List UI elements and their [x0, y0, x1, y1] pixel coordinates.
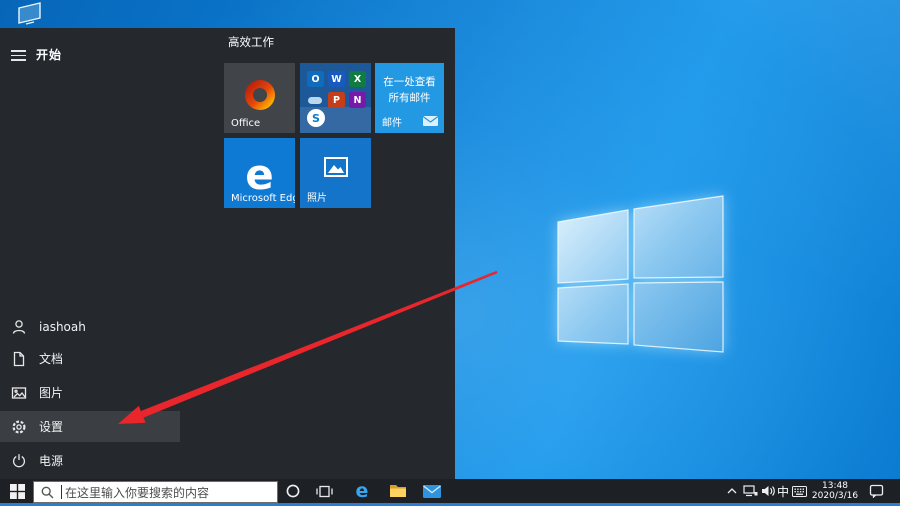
task-view-icon — [316, 485, 333, 498]
document-icon — [11, 351, 27, 367]
tile-group-title: 高效工作 — [228, 34, 274, 50]
sidebar-item-pictures[interactable]: 图片 — [0, 376, 180, 409]
sidebar-item-power[interactable]: 电源 — [0, 444, 180, 477]
edge-taskbar-button[interactable]: e — [350, 479, 374, 503]
action-center-icon — [869, 484, 884, 498]
powerpoint-icon: P — [328, 92, 345, 108]
edge-icon: e — [356, 480, 369, 502]
tile-photos[interactable]: 照片 — [300, 138, 371, 208]
network-button[interactable] — [740, 479, 760, 503]
speaker-icon — [761, 485, 775, 497]
mail-taskbar-button[interactable] — [420, 479, 444, 503]
touch-keyboard-button[interactable] — [789, 479, 809, 503]
start-menu-title: 开始 — [36, 46, 62, 63]
sidebar-item-user[interactable]: iashoah — [0, 310, 180, 343]
user-icon — [11, 319, 27, 335]
gear-icon — [11, 419, 27, 435]
outlook-icon: O — [307, 71, 324, 87]
mail-icon — [423, 485, 441, 498]
excel-icon: X — [349, 71, 366, 87]
screen: 开始 iashoah 文档 图片 设置 — [0, 0, 900, 506]
text-caret — [61, 485, 62, 499]
this-pc-desktop-icon[interactable] — [13, 1, 45, 29]
sidebar-item-documents[interactable]: 文档 — [0, 342, 180, 375]
search-input[interactable]: 在这里输入你要搜索的内容 — [33, 481, 278, 503]
search-placeholder: 在这里输入你要搜索的内容 — [65, 484, 209, 501]
tile-label: 邮件 — [382, 114, 402, 129]
tile-office[interactable]: Office — [224, 63, 295, 133]
start-menu-header: 开始 — [0, 36, 180, 66]
task-view-button[interactable] — [312, 479, 336, 503]
photos-icon — [323, 156, 349, 178]
hamburger-menu-icon[interactable] — [11, 50, 26, 61]
clock[interactable]: 13:48 2020/3/16 — [811, 479, 859, 503]
tile-mail[interactable]: 在一处查看所有邮件 邮件 — [375, 63, 444, 133]
start-button[interactable] — [4, 479, 30, 503]
word-icon: W — [328, 71, 345, 87]
folder-icon — [389, 484, 407, 498]
sidebar-item-label: iashoah — [39, 320, 86, 334]
search-icon — [41, 486, 54, 499]
cortana-icon — [286, 484, 300, 498]
envelope-icon — [423, 116, 438, 126]
cortana-button[interactable] — [281, 479, 305, 503]
office-logo-icon — [243, 77, 277, 113]
keyboard-icon — [792, 486, 807, 497]
tile-microsoft-edge[interactable]: e Microsoft Edge — [224, 138, 295, 208]
network-icon — [743, 485, 758, 497]
clock-date: 2020/3/16 — [812, 491, 858, 502]
windows-logo-icon — [10, 484, 25, 499]
tile-office365-live[interactable]: O W X P N S — [300, 63, 371, 133]
taskbar: 在这里输入你要搜索的内容 e — [0, 479, 900, 506]
chevron-up-icon — [727, 488, 737, 494]
start-menu: 开始 iashoah 文档 图片 设置 — [0, 28, 455, 479]
sidebar-item-label: 设置 — [39, 418, 63, 435]
sidebar-item-settings[interactable]: 设置 — [0, 411, 180, 442]
tile-label: 照片 — [307, 189, 327, 204]
edge-logo-icon: e — [245, 160, 274, 190]
sidebar-item-label: 文档 — [39, 350, 63, 367]
mail-tile-promo-text: 在一处查看所有邮件 — [375, 74, 444, 106]
skype-icon: S — [307, 109, 325, 127]
sidebar-item-label: 电源 — [39, 452, 63, 469]
onenote-icon: N — [349, 92, 366, 108]
power-icon — [11, 453, 27, 469]
hidden-icons-button[interactable] — [722, 479, 742, 503]
sidebar-item-label: 图片 — [39, 384, 63, 401]
onedrive-icon — [308, 97, 322, 104]
tile-label: Office — [231, 118, 260, 129]
pictures-icon — [11, 385, 27, 401]
tile-label: Microsoft Edge — [231, 193, 295, 204]
action-center-button[interactable] — [864, 479, 888, 503]
clock-time: 13:48 — [822, 481, 848, 492]
file-explorer-button[interactable] — [386, 479, 410, 503]
